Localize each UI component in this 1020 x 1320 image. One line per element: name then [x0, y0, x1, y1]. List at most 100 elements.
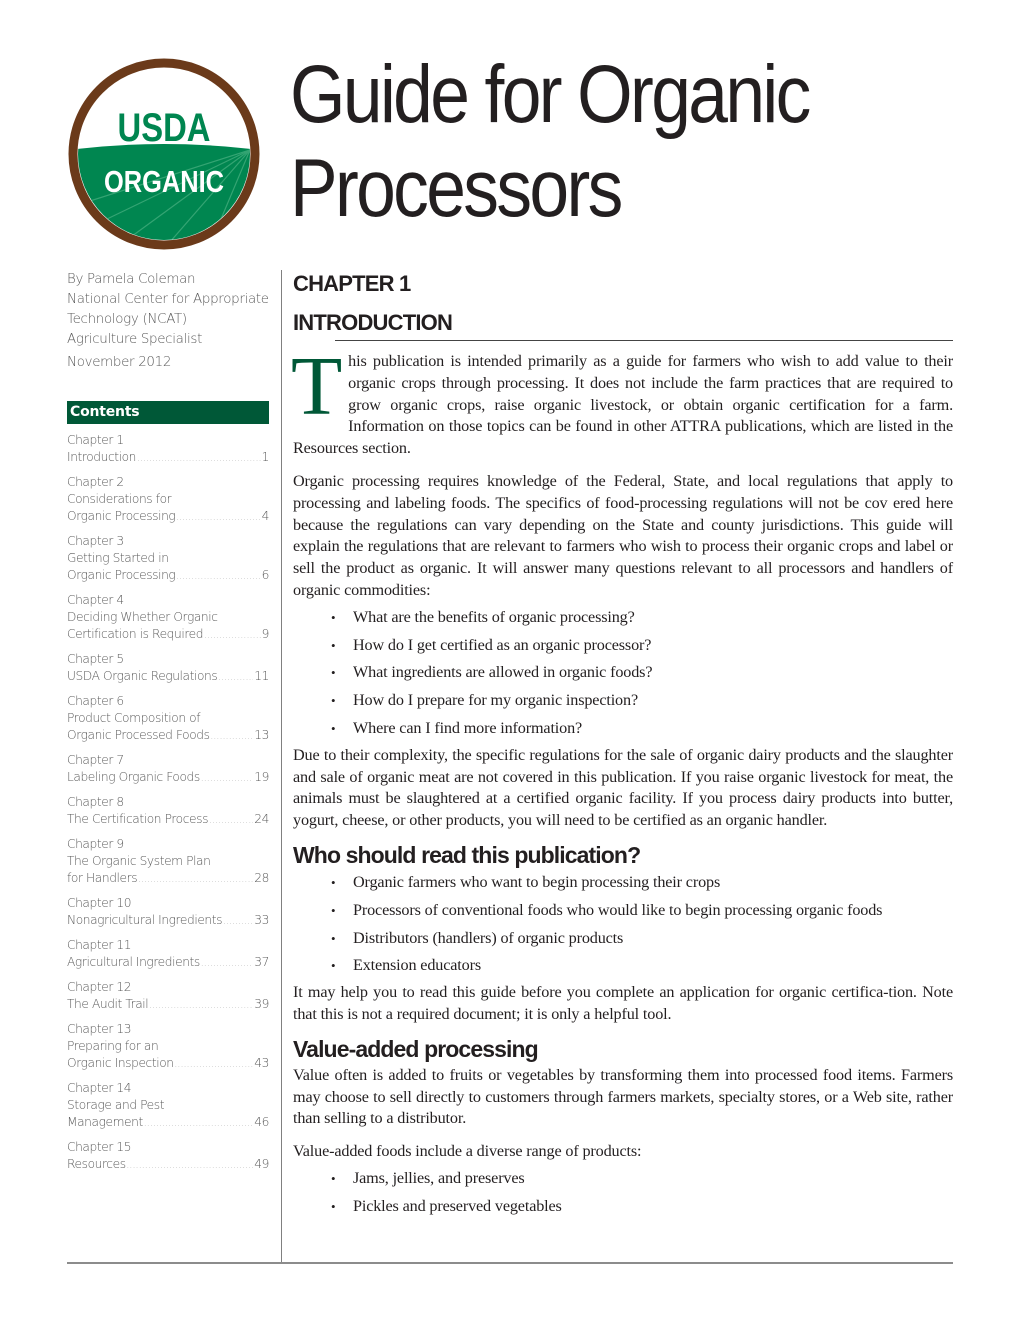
bullet-icon: • [331, 902, 336, 918]
toc-chapter-number: Chapter 8 [67, 795, 124, 809]
toc-title-row: Organic Processed Foods 13 [67, 727, 269, 745]
toc-dot-leader [211, 728, 254, 745]
toc-item[interactable]: Chapter 7 Labeling Organic Foods 19 [67, 752, 269, 787]
toc-title-line: Getting Started in [67, 551, 169, 565]
list-item-text: Organic farmers who want to begin proces… [353, 872, 721, 891]
paragraph-regulations: Organic processing requires knowledge of… [293, 471, 953, 599]
toc-item[interactable]: Chapter 6 Product Composition of Organic P… [67, 693, 269, 745]
toc-page-number: 46 [254, 1115, 269, 1129]
toc-chapter-number: Chapter 11 [67, 938, 132, 952]
list-item-text: Jams, jellies, and preserves [353, 1168, 525, 1187]
table-of-contents: Chapter 1 Introduction 1 Chapter 2 Considera… [67, 432, 269, 1174]
sidebar: By Pamela Coleman National Center for Ap… [67, 270, 269, 1181]
toc-title: Management [67, 1115, 143, 1129]
toc-item[interactable]: Chapter 12 The Audit Trail 39 [67, 979, 269, 1014]
toc-page-number: 19 [254, 770, 269, 784]
toc-title: Agricultural Ingredients [67, 955, 200, 969]
toc-title: Certification is Required [67, 627, 204, 641]
toc-item[interactable]: Chapter 8 The Certification Process 24 [67, 794, 269, 829]
toc-chapter-number: Chapter 12 [67, 980, 132, 994]
column-divider [281, 270, 282, 1263]
list-item-text: How do I get certified as an organic pro… [353, 635, 652, 654]
toc-title-row: The Certification Process 24 [67, 811, 269, 829]
toc-title-line: Preparing for an [67, 1039, 159, 1053]
publication-date: November 2012 [67, 355, 172, 370]
toc-page-number: 33 [254, 913, 269, 927]
toc-chapter-number: Chapter 2 [67, 475, 124, 489]
toc-title: Introduction [67, 450, 137, 464]
toc-dot-leader [176, 568, 260, 585]
toc-item[interactable]: Chapter 5 USDA Organic Regulations 11 [67, 651, 269, 686]
toc-page-number: 4 [261, 509, 270, 523]
section-heading-who-should-read: Who should read this publication? [293, 841, 641, 868]
list-item: • What are the benefits of organic proces… [293, 607, 953, 629]
toc-item[interactable]: Chapter 13 Preparing for an Organic Inspec… [67, 1021, 269, 1073]
bullet-icon: • [331, 1198, 336, 1214]
toc-page-number: 1 [261, 450, 270, 464]
toc-title-line: Storage and Pest [67, 1098, 165, 1112]
list-item-text: Pickles and preserved vegetables [353, 1196, 562, 1215]
toc-chapter-number: Chapter 3 [67, 534, 124, 548]
toc-dot-leader [201, 770, 253, 787]
list-item-text: Extension educators [353, 956, 481, 975]
toc-title: Nonagricultural Ingredients [67, 913, 223, 927]
toc-page-number: 6 [261, 568, 270, 582]
toc-chapter-number: Chapter 13 [67, 1022, 132, 1036]
toc-title: Resources [67, 1157, 126, 1171]
list-item: • Jams, jellies, and preserves [293, 1168, 953, 1190]
list-item: • Pickles and preserved vegetables [293, 1196, 953, 1218]
toc-title-row: Agricultural Ingredients 37 [67, 954, 269, 972]
organization-line1: National Center for Appropriate [67, 292, 269, 307]
section-heading-value-added: Value-added processing [293, 1035, 539, 1062]
toc-dot-leader [218, 669, 253, 686]
toc-page-number: 13 [254, 728, 269, 742]
toc-dot-leader [137, 450, 261, 467]
organization-line2: Technology (NCAT) [67, 312, 187, 327]
contents-heading: Contents [67, 401, 269, 424]
bullet-icon: • [331, 930, 336, 946]
audience-list: • Organic farmers who want to begin proce… [293, 872, 953, 977]
toc-title-row: Management 46 [67, 1114, 269, 1132]
toc-title-line: Deciding Whether Organic [67, 610, 218, 624]
list-item-text: What ingredients are allowed in organic … [353, 663, 653, 682]
intro-text: his publication is intended primarily as… [293, 352, 953, 458]
list-item: • How do I get certified as an organic pr… [293, 635, 953, 657]
toc-item[interactable]: Chapter 2 Considerations for Organic Proce… [67, 474, 269, 526]
toc-title: The Certification Process [67, 812, 209, 826]
toc-dot-leader [144, 1115, 253, 1132]
toc-title-line: The Organic System Plan [67, 854, 211, 868]
toc-dot-leader [223, 913, 253, 930]
list-item: • How do I prepare for my organic inspect… [293, 690, 953, 712]
seal-organic-text: ORGANIC [104, 165, 224, 200]
toc-title-line: Considerations for [67, 492, 172, 506]
toc-title-row: Introduction 1 [67, 449, 269, 467]
toc-item[interactable]: Chapter 1 Introduction 1 [67, 432, 269, 467]
toc-title-row: Organic Processing 4 [67, 508, 269, 526]
toc-item[interactable]: Chapter 11 Agricultural Ingredients 37 [67, 937, 269, 972]
author: By Pamela Coleman [67, 272, 196, 287]
bullet-icon: • [331, 693, 336, 709]
toc-title: The Audit Trail [67, 997, 149, 1011]
toc-item[interactable]: Chapter 15 Resources 49 [67, 1139, 269, 1174]
toc-chapter-number: Chapter 9 [67, 837, 124, 851]
toc-title: Organic Processed Foods [67, 728, 210, 742]
toc-chapter-number: Chapter 6 [67, 694, 124, 708]
toc-title-row: for Handlers 28 [67, 870, 269, 888]
bullet-icon: • [331, 1170, 336, 1186]
list-item: • What ingredients are allowed in organic… [293, 662, 953, 684]
document-title-line2: Processors [290, 143, 623, 234]
list-item: • Distributors (handlers) of organic prod… [293, 928, 953, 950]
author-role: Agriculture Specialist [67, 332, 203, 347]
toc-title: USDA Organic Regulations [67, 669, 218, 683]
paragraph-value-added-foods: Value-added foods include a diverse rang… [293, 1142, 642, 1161]
toc-title-row: Organic Inspection 43 [67, 1055, 269, 1073]
toc-item[interactable]: Chapter 3 Getting Started in Organic Proce… [67, 533, 269, 585]
bullet-icon: • [331, 958, 336, 974]
toc-item[interactable]: Chapter 10 Nonagricultural Ingredients 33 [67, 895, 269, 930]
toc-chapter-number: Chapter 15 [67, 1140, 132, 1154]
toc-item[interactable]: Chapter 9 The Organic System Plan for Hand… [67, 836, 269, 888]
toc-item[interactable]: Chapter 4 Deciding Whether Organic Certifi… [67, 592, 269, 644]
toc-item[interactable]: Chapter 14 Storage and Pest Management 46 [67, 1080, 269, 1132]
bullet-icon: • [331, 874, 336, 890]
toc-chapter-number: Chapter 1 [67, 433, 124, 447]
